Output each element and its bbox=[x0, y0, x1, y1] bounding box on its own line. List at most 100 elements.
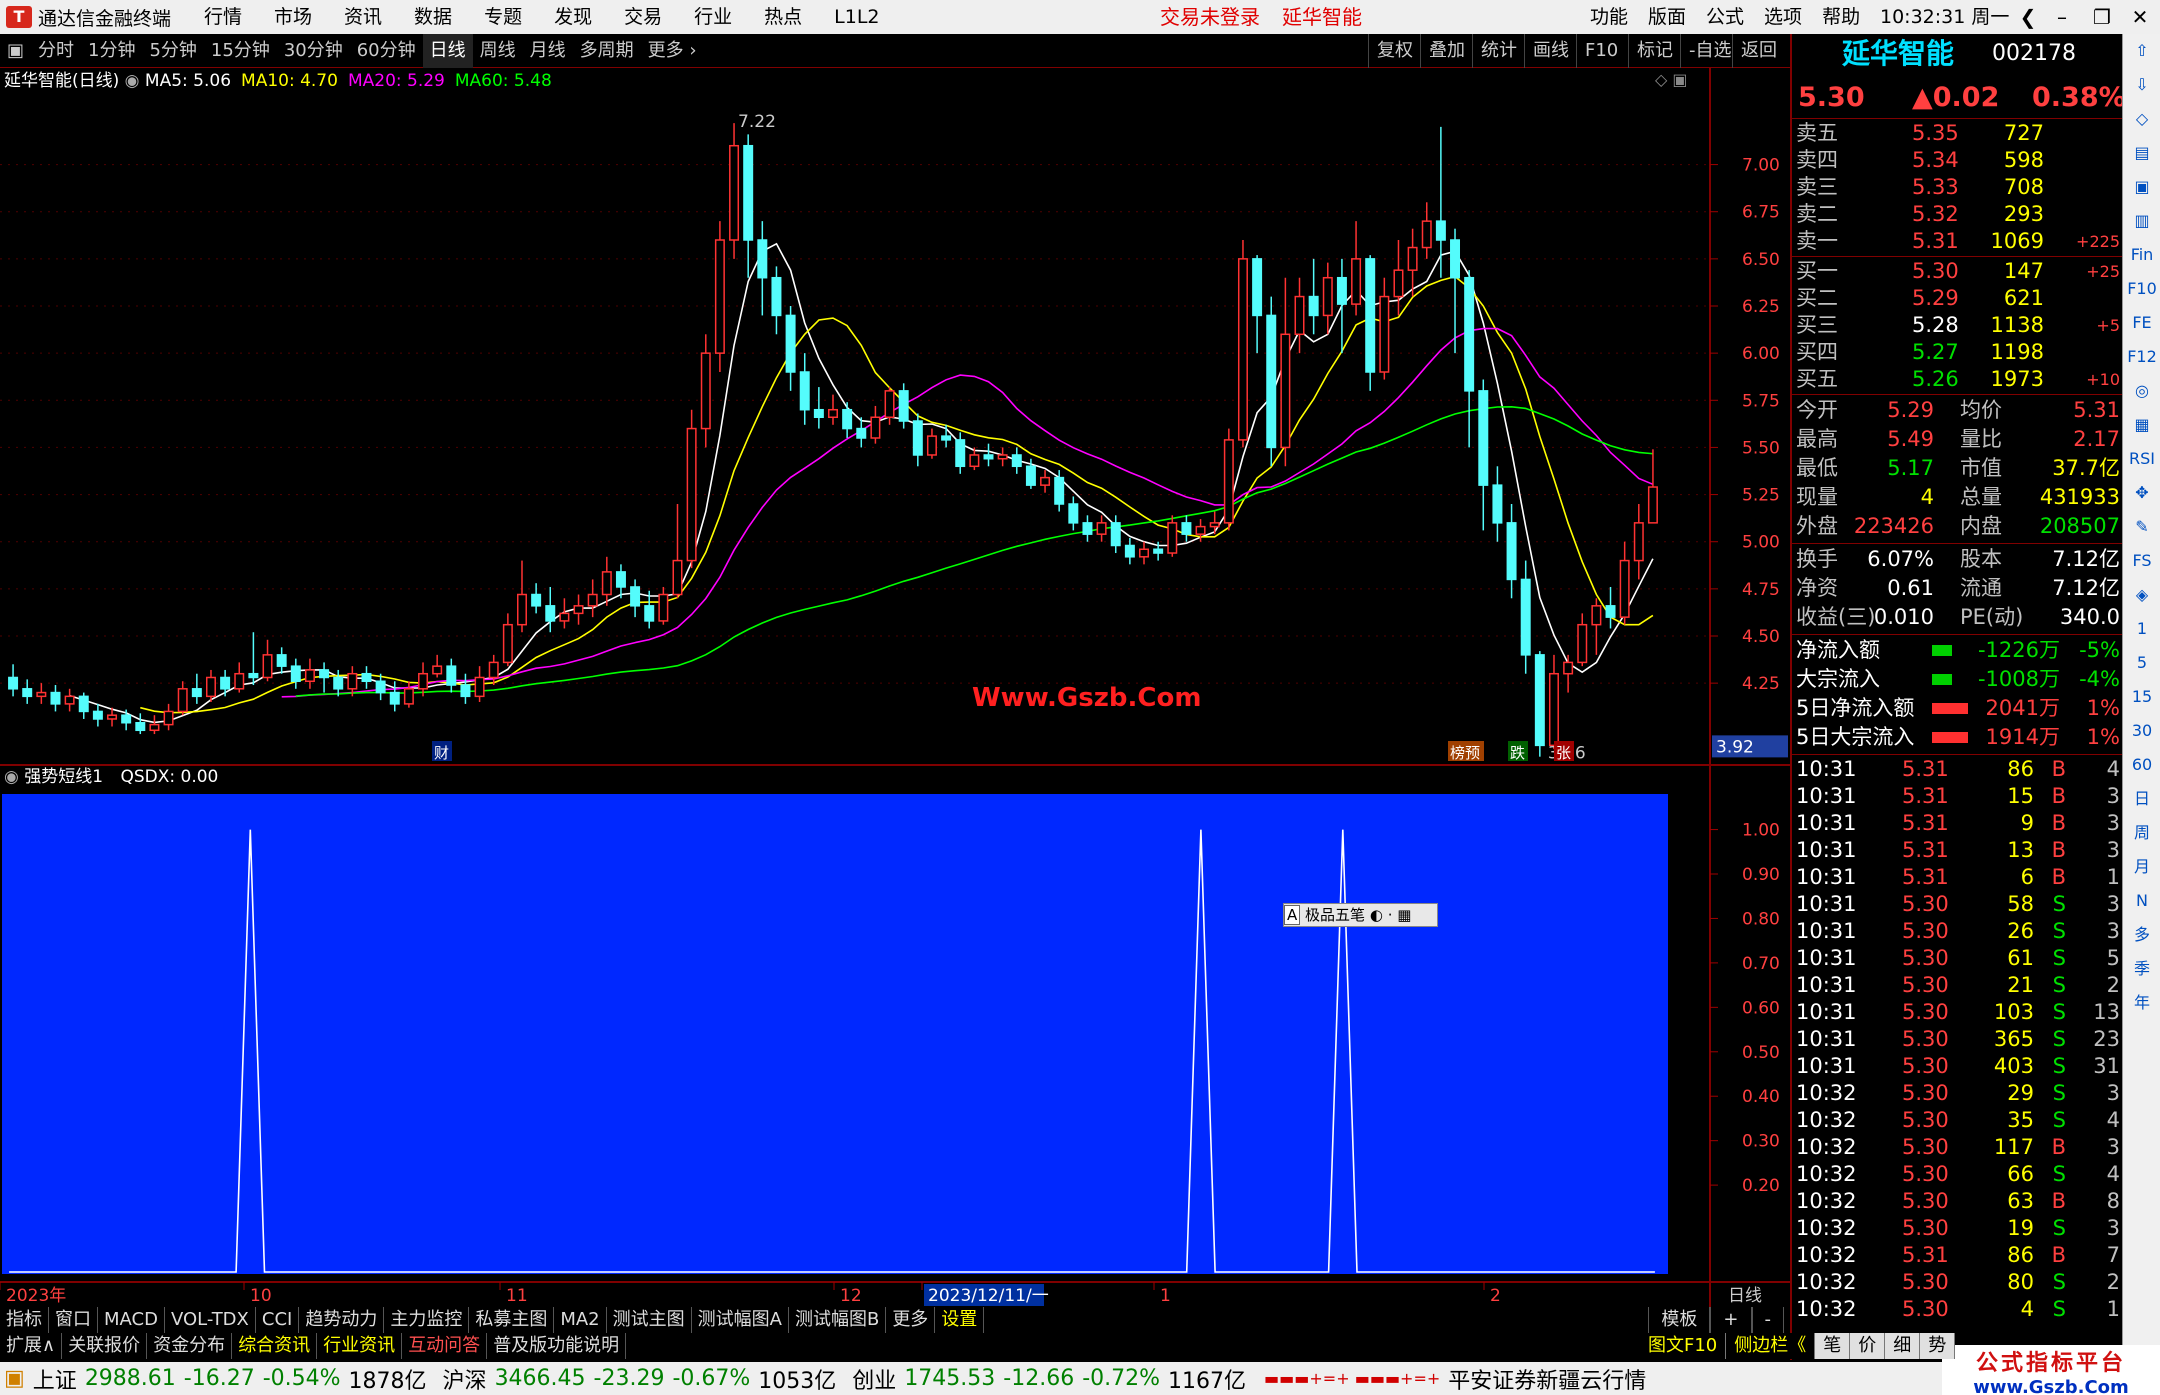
restore-icon[interactable]: ❐ bbox=[2084, 0, 2120, 34]
period-tab-3[interactable]: 15分钟 bbox=[204, 34, 277, 68]
info-right-tab-3[interactable]: 价 bbox=[1850, 1333, 1886, 1359]
sidebar-button-20[interactable]: 30 bbox=[2127, 718, 2157, 744]
sidebar-button-3[interactable]: ▤ bbox=[2127, 140, 2157, 166]
info-right-tab-0[interactable]: 图文F10 bbox=[1640, 1333, 1727, 1359]
market-breadth-icon[interactable]: ▬▬▬+=+ ▬▬▬+=+ bbox=[1264, 1369, 1440, 1388]
status-menu-icon[interactable]: ▣ bbox=[4, 1366, 25, 1391]
menu-item-4[interactable]: 专题 bbox=[468, 0, 538, 34]
chart-button-3[interactable]: 画线 bbox=[1524, 34, 1577, 68]
period-tab-1[interactable]: 1分钟 bbox=[81, 34, 142, 68]
sidebar-button-13[interactable]: ✥ bbox=[2127, 480, 2157, 506]
period-tab-0[interactable]: 分时 bbox=[31, 34, 81, 68]
indicator-tab-0[interactable]: 指标 bbox=[0, 1307, 49, 1333]
indicator-tab-7[interactable]: 私募主图 bbox=[469, 1307, 555, 1333]
cy-label[interactable]: 创业 bbox=[852, 1363, 896, 1395]
indicator-tab-4[interactable]: CCI bbox=[256, 1307, 300, 1333]
menu-item-7[interactable]: 行业 bbox=[678, 0, 748, 34]
sidebar-button-0[interactable]: ⇧ bbox=[2127, 38, 2157, 64]
sidebar-button-12[interactable]: RSI bbox=[2127, 446, 2157, 472]
sidebar-button-17[interactable]: 1 bbox=[2127, 616, 2157, 642]
ime-mode-icon[interactable]: A bbox=[1284, 905, 1301, 925]
indicator-tab-3[interactable]: VOL-TDX bbox=[165, 1307, 256, 1333]
bid-price[interactable]: 5.29 bbox=[1912, 285, 1959, 312]
menu-item-1[interactable]: 市场 bbox=[258, 0, 328, 34]
sidebar-button-8[interactable]: FE bbox=[2127, 310, 2157, 336]
info-right-tab-4[interactable]: 细 bbox=[1885, 1333, 1921, 1359]
right-menu-item-4[interactable]: 帮助 bbox=[1812, 0, 1870, 34]
chart-tools-icon[interactable]: ◇ ▣ bbox=[1655, 70, 1688, 89]
sidebar-button-5[interactable]: ▥ bbox=[2127, 208, 2157, 234]
sidebar-button-7[interactable]: F10 bbox=[2127, 276, 2157, 302]
back-arrow-icon[interactable]: ❮ bbox=[2010, 0, 2046, 34]
info-tab-5[interactable]: 互动问答 bbox=[402, 1333, 488, 1359]
legend-settings-icon[interactable]: ◉ bbox=[125, 71, 145, 91]
info-tab-2[interactable]: 资金分布 bbox=[147, 1333, 233, 1359]
period-tab-7[interactable]: 周线 bbox=[473, 34, 523, 68]
sidebar-button-9[interactable]: F12 bbox=[2127, 344, 2157, 370]
trade-login-warning[interactable]: 交易未登录 bbox=[1160, 0, 1260, 34]
info-tab-1[interactable]: 关联报价 bbox=[62, 1333, 148, 1359]
period-tab-2[interactable]: 5分钟 bbox=[142, 34, 203, 68]
menu-item-9[interactable]: L1L2 bbox=[818, 0, 895, 34]
chart-button-4[interactable]: F10 bbox=[1576, 34, 1626, 68]
right-menu-item-3[interactable]: 选项 bbox=[1754, 0, 1812, 34]
period-tab-8[interactable]: 月线 bbox=[523, 34, 573, 68]
right-menu-item-1[interactable]: 版面 bbox=[1638, 0, 1696, 34]
info-tab-3[interactable]: 综合资讯 bbox=[232, 1333, 318, 1359]
indicator-tab-13[interactable]: 设置 bbox=[935, 1307, 985, 1333]
indicator-tab-10[interactable]: 测试幅图A bbox=[692, 1307, 789, 1333]
ask-price[interactable]: 5.34 bbox=[1912, 147, 1959, 174]
info-tab-4[interactable]: 行业资讯 bbox=[317, 1333, 403, 1359]
menu-item-5[interactable]: 发现 bbox=[538, 0, 608, 34]
sidebar-button-1[interactable]: ⇩ bbox=[2127, 72, 2157, 98]
bid-price[interactable]: 5.28 bbox=[1912, 312, 1959, 339]
indicator-tab-11[interactable]: 测试幅图B bbox=[789, 1307, 887, 1333]
period-tab-9[interactable]: 多周期 bbox=[573, 34, 641, 68]
info-tab-6[interactable]: 普及版功能说明 bbox=[487, 1333, 627, 1359]
right-menu-item-0[interactable]: 功能 bbox=[1580, 0, 1638, 34]
ime-toolbar[interactable]: A 极品五笔 ◐ · ▦ bbox=[1283, 903, 1438, 927]
ask-price[interactable]: 5.32 bbox=[1912, 201, 1959, 228]
kline-chart-area[interactable]: 7.00 6.75 6.50 6.25 6.00 5.75 5.50 5.25 5.00 4.75… bbox=[0, 68, 1790, 1307]
panel-toggle-icon[interactable]: ▣ bbox=[0, 34, 31, 68]
indicator-tab-1[interactable]: 窗口 bbox=[49, 1307, 98, 1333]
info-right-tab-1[interactable]: 侧边栏《 bbox=[1726, 1333, 1816, 1359]
sidebar-button-22[interactable]: 日 bbox=[2127, 786, 2157, 812]
chart-button-2[interactable]: 统计 bbox=[1472, 34, 1525, 68]
menu-item-8[interactable]: 热点 bbox=[748, 0, 818, 34]
hs-label[interactable]: 沪深 bbox=[443, 1363, 487, 1395]
sidebar-button-16[interactable]: ◈ bbox=[2127, 582, 2157, 608]
indicator-tab-6[interactable]: 主力监控 bbox=[384, 1307, 470, 1333]
ime-moon-icon[interactable]: ◐ · ▦ bbox=[1370, 906, 1412, 924]
ask-price[interactable]: 5.33 bbox=[1912, 174, 1959, 201]
indicator-tab-9[interactable]: 测试主图 bbox=[607, 1307, 692, 1333]
info-right-tab-2[interactable]: 笔 bbox=[1815, 1333, 1851, 1359]
info-tab-0[interactable]: 扩展∧ bbox=[0, 1333, 63, 1359]
sh-label[interactable]: 上证 bbox=[33, 1363, 77, 1395]
sidebar-button-26[interactable]: 多 bbox=[2127, 922, 2157, 948]
right-menu-item-2[interactable]: 公式 bbox=[1696, 0, 1754, 34]
sidebar-button-15[interactable]: FS bbox=[2127, 548, 2157, 574]
template-control-1[interactable]: + bbox=[1710, 1307, 1752, 1333]
sidebar-button-11[interactable]: ▦ bbox=[2127, 412, 2157, 438]
sidebar-button-18[interactable]: 5 bbox=[2127, 650, 2157, 676]
chart-button-5[interactable]: 标记 bbox=[1628, 34, 1681, 68]
chart-button-1[interactable]: 叠加 bbox=[1420, 34, 1473, 68]
indicator-tab-8[interactable]: MA2 bbox=[554, 1307, 607, 1333]
sidebar-button-27[interactable]: 季 bbox=[2127, 956, 2157, 982]
indicator-tab-12[interactable]: 更多 bbox=[886, 1307, 936, 1333]
info-right-tab-5[interactable]: 势 bbox=[1920, 1333, 1956, 1359]
chart-button-6[interactable]: -自选 bbox=[1680, 34, 1740, 68]
menu-item-6[interactable]: 交易 bbox=[608, 0, 678, 34]
ask-price[interactable]: 5.31 bbox=[1912, 228, 1959, 255]
chart-button-7[interactable]: 返回 bbox=[1732, 34, 1785, 68]
indicator-tab-2[interactable]: MACD bbox=[98, 1307, 165, 1333]
bid-price[interactable]: 5.30 bbox=[1912, 258, 1959, 285]
sidebar-button-2[interactable]: ◇ bbox=[2127, 106, 2157, 132]
close-icon[interactable]: ✕ bbox=[2122, 0, 2158, 34]
indicator-tab-5[interactable]: 趋势动力 bbox=[299, 1307, 385, 1333]
indicator-settings-icon[interactable]: ◉ bbox=[4, 767, 24, 787]
bid-price[interactable]: 5.26 bbox=[1912, 366, 1959, 393]
bid-price[interactable]: 5.27 bbox=[1912, 339, 1959, 366]
menu-item-0[interactable]: 行情 bbox=[188, 0, 258, 34]
